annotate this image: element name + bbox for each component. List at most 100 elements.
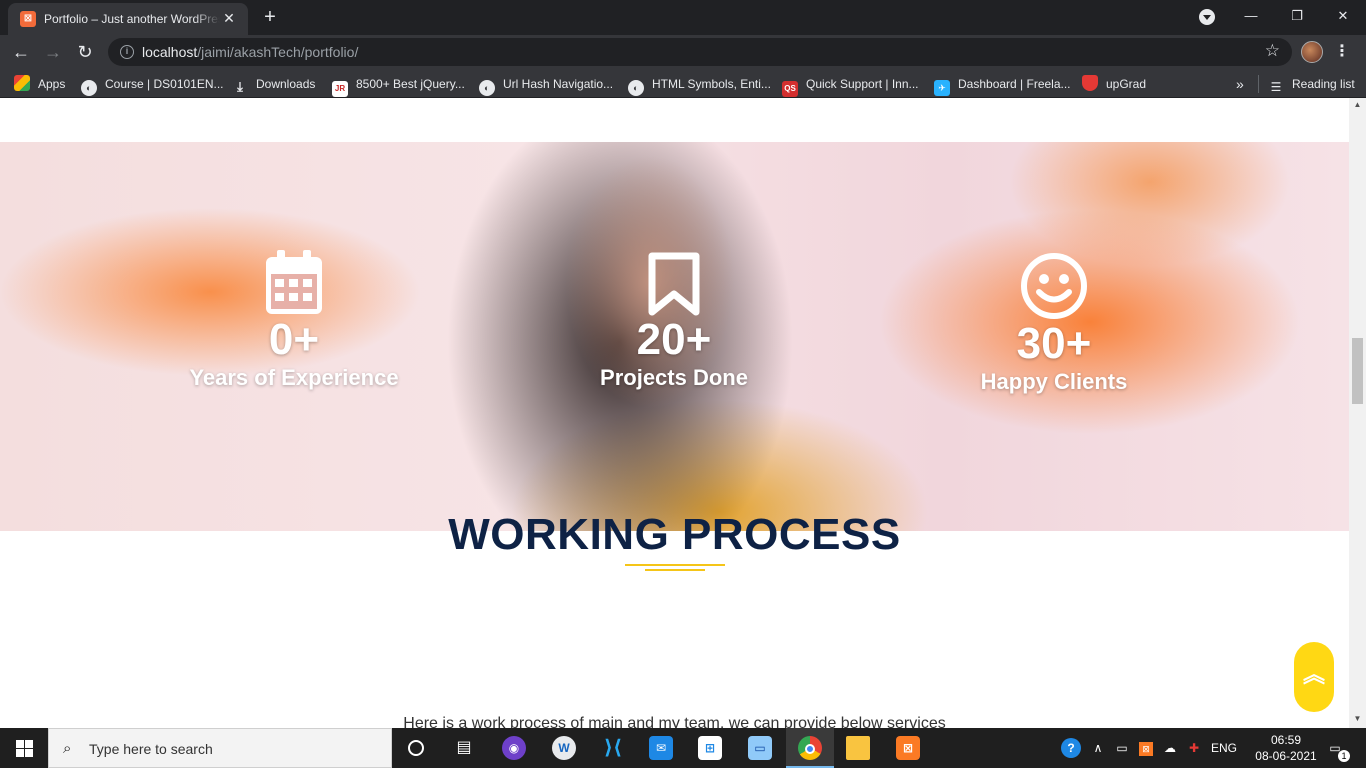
profile-avatar[interactable]: [1301, 41, 1323, 63]
bookmarks-bar: Apps ◐ Course | DS0101EN... ⤓ Downloads JR…: [0, 69, 1366, 98]
calendar-icon: [266, 250, 322, 314]
help-icon[interactable]: ?: [1058, 728, 1084, 768]
stat-projects-done: 20+ Projects Done: [544, 252, 804, 392]
address-bar[interactable]: i localhost/jaimi/akashTech/portfolio/ ☆: [108, 38, 1292, 66]
taskbar-xampp[interactable]: ⊠: [884, 728, 932, 768]
reading-list-button[interactable]: ☰ Reading list: [1258, 75, 1355, 94]
network-icon[interactable]: ☁: [1160, 728, 1180, 768]
browser-w-icon: W: [552, 736, 576, 760]
vscode-icon: ⟩⟨: [603, 737, 623, 759]
scroll-thumb[interactable]: [1352, 338, 1363, 404]
stat-happy-clients: 30+ Happy Clients: [924, 252, 1184, 396]
task-view-button[interactable]: ▤: [440, 728, 488, 768]
system-clock[interactable]: 06:59 08-06-2021: [1250, 732, 1322, 764]
bookmark-quick-support[interactable]: QS Quick Support | Inn...: [782, 75, 919, 97]
bookmark-course[interactable]: ◐ Course | DS0101EN...: [81, 75, 224, 96]
bookmark-apps[interactable]: Apps: [14, 75, 65, 93]
bookmark-jquery[interactable]: JR 8500+ Best jQuery...: [332, 75, 465, 97]
apps-grid-icon: [14, 75, 30, 91]
bookmarks-overflow-button[interactable]: »: [1236, 75, 1244, 93]
reload-button[interactable]: ↻: [72, 39, 98, 65]
browser-toolbar: ← → ↻ i localhost/jaimi/akashTech/portfo…: [0, 35, 1366, 69]
stat-value: 0+: [268, 315, 320, 364]
title-underline-short: [645, 569, 705, 571]
browser-tab-active[interactable]: ⊠ Portfolio – Just another WordPress sit…: [8, 3, 248, 35]
working-process-title: WORKING PROCESS: [448, 510, 901, 559]
browser-tab-strip: ⊠ Portfolio – Just another WordPress sit…: [0, 0, 1366, 35]
tab-search-dropdown-icon[interactable]: [1199, 9, 1215, 25]
mail-icon: ✉: [649, 736, 673, 760]
working-process-description: Here is a work process of main and my te…: [403, 715, 946, 728]
tray-expand-icon[interactable]: ∧: [1088, 728, 1108, 768]
download-icon: ⤓: [237, 79, 243, 94]
windows-logo-pane: [16, 749, 24, 757]
windows-taskbar: ⌕ Type here to search ▤ ◉ W ⟩⟨ ✉ ⊞ ▭ ⊠ ?…: [0, 728, 1366, 768]
scroll-down-arrow-icon[interactable]: ▼: [1349, 714, 1366, 726]
notifications-icon[interactable]: ▭ 1: [1320, 728, 1350, 768]
restore-button[interactable]: ❐: [1274, 0, 1320, 32]
taskbar-wamp[interactable]: W: [540, 728, 588, 768]
clock-date: 08-06-2021: [1255, 749, 1317, 763]
start-button[interactable]: [0, 728, 48, 768]
support-icon: QS: [782, 81, 798, 97]
taskbar-file-explorer[interactable]: [834, 728, 882, 768]
windows-logo-icon: [16, 740, 24, 748]
clock-time: 06:59: [1270, 733, 1302, 747]
bookmark-downloads[interactable]: ⤓ Downloads: [232, 75, 315, 94]
forward-button[interactable]: →: [40, 39, 66, 65]
new-tab-button[interactable]: +: [258, 5, 282, 29]
bookmark-star-icon[interactable]: ☆: [1265, 41, 1280, 61]
close-window-button[interactable]: ✕: [1320, 0, 1366, 32]
taskbar-chrome[interactable]: [786, 728, 834, 768]
taskbar-search-box[interactable]: ⌕ Type here to search: [48, 728, 392, 768]
page-scrollbar[interactable]: ▲ ▼: [1349, 98, 1366, 728]
windows-logo-pane: [25, 749, 33, 757]
stat-label: Happy Clients: [980, 369, 1128, 394]
taskbar-vscode[interactable]: ⟩⟨: [589, 728, 637, 768]
taskbar-remote-desktop[interactable]: ▭: [736, 728, 784, 768]
store-icon: ⊞: [698, 736, 722, 760]
task-view-icon: ▤: [456, 739, 472, 756]
notification-count-badge: 1: [1338, 750, 1350, 762]
title-underline: [625, 564, 725, 566]
bookmark-url-hash[interactable]: ◐ Url Hash Navigatio...: [479, 75, 613, 96]
stat-label: Years of Experience: [189, 365, 399, 390]
stat-value: 30+: [1016, 319, 1092, 368]
search-placeholder: Type here to search: [89, 741, 213, 757]
taskbar-github-desktop[interactable]: ◉: [490, 728, 538, 768]
upgrad-icon: [1082, 75, 1098, 91]
bookmark-icon: [648, 252, 700, 316]
chevrons-up-icon: ︽: [1302, 662, 1325, 687]
globe-icon: ◐: [479, 80, 495, 96]
reading-list-icon: ☰: [1270, 80, 1282, 94]
xampp-favicon-icon: ⊠: [20, 11, 36, 27]
bookmark-upgrad[interactable]: upGrad: [1082, 75, 1146, 93]
jr-icon: JR: [332, 81, 348, 97]
taskbar-mail[interactable]: ✉: [637, 728, 685, 768]
chrome-icon: [798, 736, 822, 760]
stat-label: Projects Done: [600, 365, 748, 390]
scroll-up-arrow-icon[interactable]: ▲: [1349, 100, 1366, 112]
site-info-icon[interactable]: i: [120, 45, 134, 59]
security-icon[interactable]: ✚: [1184, 728, 1204, 768]
stats-hero-band: 0+ Years of Experience 20+ Projects Done…: [0, 142, 1349, 531]
smile-icon: [1021, 253, 1087, 319]
tray-xampp-icon[interactable]: ⊠: [1136, 728, 1156, 768]
cortana-button[interactable]: [392, 728, 440, 768]
tab-close-icon[interactable]: ✕: [220, 9, 238, 27]
battery-icon[interactable]: ▭: [1112, 728, 1132, 768]
bookmark-freelancer[interactable]: ✈ Dashboard | Freela...: [934, 75, 1071, 96]
taskbar-store[interactable]: ⊞: [686, 728, 734, 768]
folder-icon: [846, 736, 870, 760]
back-to-top-button[interactable]: ︽: [1294, 642, 1334, 712]
page-viewport: 0+ Years of Experience 20+ Projects Done…: [0, 98, 1349, 728]
url-text[interactable]: localhost/jaimi/akashTech/portfolio/: [142, 44, 358, 60]
xampp-icon: ⊠: [896, 736, 920, 760]
stat-value: 20+: [636, 315, 712, 364]
minimize-button[interactable]: —: [1228, 0, 1274, 32]
globe-icon: ◐: [628, 80, 644, 96]
language-indicator[interactable]: ENG: [1208, 728, 1240, 768]
browser-menu-icon[interactable]: ⋮: [1334, 39, 1350, 65]
back-button[interactable]: ←: [8, 39, 34, 65]
bookmark-html-symbols[interactable]: ◐ HTML Symbols, Enti...: [628, 75, 771, 96]
